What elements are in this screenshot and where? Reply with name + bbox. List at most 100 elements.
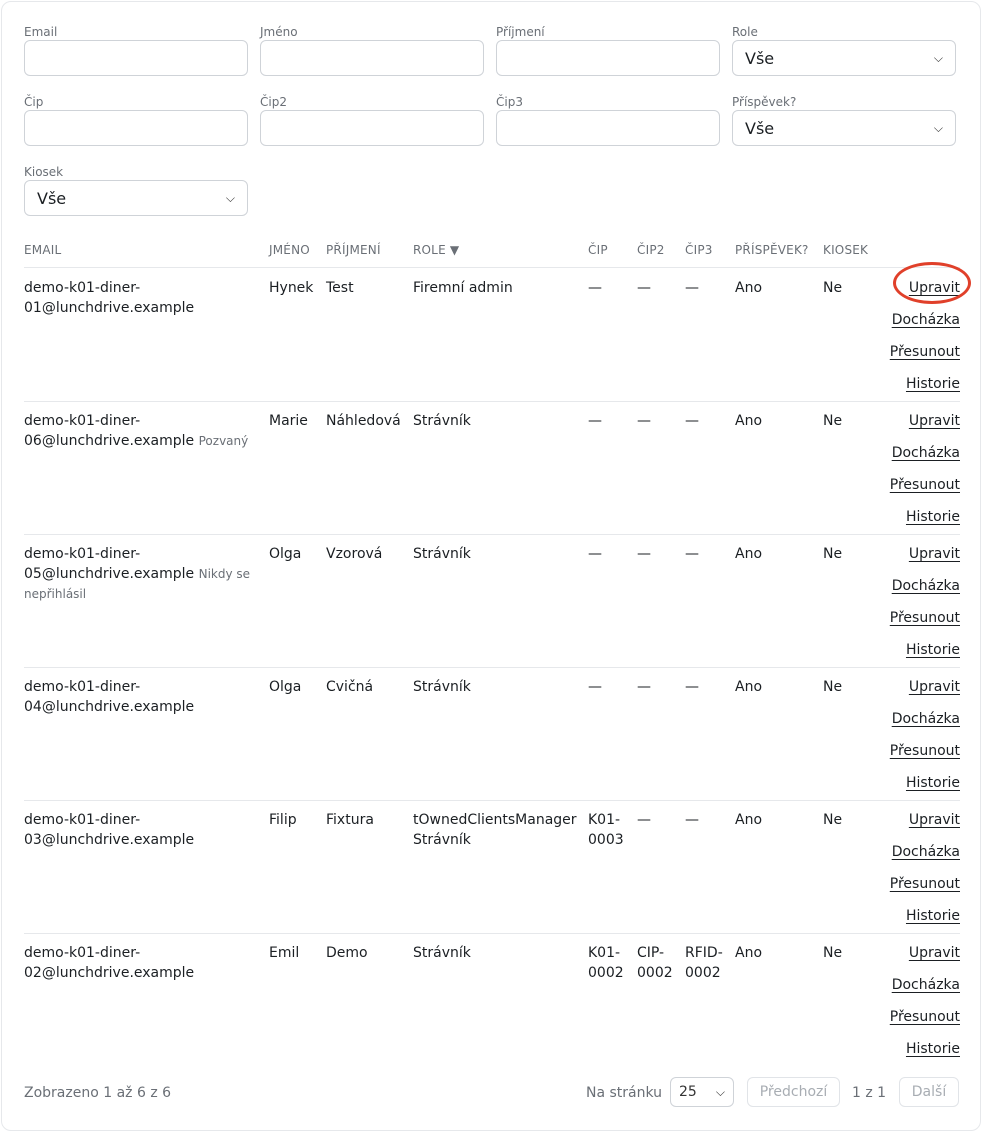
column-chip3[interactable]: ČIP3	[685, 243, 713, 257]
chip2-line-1: —	[637, 812, 651, 828]
move-link[interactable]: Přesunout	[890, 741, 960, 761]
email-line-1: demo-k01-diner-	[24, 945, 141, 961]
move-link[interactable]: Přesunout	[890, 475, 960, 495]
last-name-input[interactable]	[496, 40, 720, 76]
filter-kiosk-label: Kiosek	[24, 165, 64, 179]
first-name-input[interactable]	[260, 40, 484, 76]
cell-email: demo-k01-diner- 04@lunchdrive.example	[24, 677, 259, 717]
cell-contribution: Ano	[735, 544, 815, 564]
email-line-2: 06@lunchdrive.example	[24, 433, 195, 449]
user-status: Nikdy se	[198, 567, 251, 581]
table-row: demo-k01-diner- 03@lunchdrive.example Fili…	[24, 800, 960, 934]
kiosk-select-value: Vše	[37, 188, 67, 208]
attendance-link[interactable]: Docházka	[890, 310, 960, 330]
attendance-link[interactable]: Docházka	[890, 576, 960, 596]
cell-first-name: Olga	[269, 544, 321, 564]
email-input[interactable]	[24, 40, 248, 76]
column-role[interactable]: ROLE ▼	[413, 243, 459, 257]
table-row: demo-k01-diner- 05@lunchdrive.example Nik…	[24, 534, 960, 668]
cell-last-name: Demo	[326, 943, 411, 963]
chip2-line-1: CIP-	[637, 945, 665, 961]
history-link[interactable]: Historie	[890, 507, 960, 527]
pagination-footer: Zobrazeno 1 až 6 z 6 Na stránku 25 ⌵ Pře…	[24, 1077, 960, 1109]
last-name: Cvičná	[326, 679, 374, 695]
move-link[interactable]: Přesunout	[890, 342, 960, 362]
edit-link[interactable]: Upravit	[890, 411, 960, 431]
cell-last-name: Test	[326, 278, 411, 298]
role-select-value: Vše	[745, 48, 775, 68]
cell-chip2: —	[637, 677, 682, 697]
role-line-1: Strávník	[413, 945, 471, 961]
edit-link[interactable]: Upravit	[890, 677, 960, 697]
kiosk-value: Ne	[823, 812, 843, 828]
previous-page-button[interactable]: Předchozí	[747, 1077, 840, 1107]
role-line-1: Strávník	[413, 546, 471, 562]
page-indicator: 1 z 1	[852, 1085, 887, 1101]
history-link[interactable]: Historie	[890, 906, 960, 926]
contribution-select[interactable]: Vše ⌵	[732, 110, 956, 146]
kiosk-value: Ne	[823, 679, 843, 695]
attendance-link[interactable]: Docházka	[890, 443, 960, 463]
cell-email: demo-k01-diner- 05@lunchdrive.example Nik…	[24, 544, 259, 604]
chip2-line-1: —	[637, 280, 651, 296]
next-page-button[interactable]: Další	[899, 1077, 959, 1107]
cell-first-name: Marie	[269, 411, 321, 431]
cell-kiosk: Ne	[823, 544, 873, 564]
history-link[interactable]: Historie	[890, 640, 960, 660]
role-line-1: Strávník	[413, 413, 471, 429]
column-chip2[interactable]: ČIP2	[637, 243, 665, 257]
last-name: Náhledová	[326, 413, 401, 429]
cell-chip: —	[588, 677, 633, 697]
cell-chip: K01- 0002	[588, 943, 633, 983]
email-line-1: demo-k01-diner-	[24, 413, 141, 429]
cell-kiosk: Ne	[823, 411, 873, 431]
contribution-value: Ano	[735, 546, 763, 562]
column-last-name[interactable]: PŘÍJMENÍ	[326, 243, 381, 257]
row-actions: Upravit Docházka Přesunout Historie	[890, 677, 960, 805]
column-contribution[interactable]: PŘÍSPĚVEK?	[735, 243, 809, 257]
edit-link[interactable]: Upravit	[890, 943, 960, 963]
edit-link[interactable]: Upravit	[890, 278, 960, 298]
per-page-select[interactable]: 25 ⌵	[670, 1077, 734, 1107]
cell-chip: —	[588, 411, 633, 431]
last-name: Vzorová	[326, 546, 383, 562]
column-kiosk[interactable]: KIOSEK	[823, 243, 868, 257]
result-count: Zobrazeno 1 až 6 z 6	[24, 1085, 172, 1101]
chip3-line-1: —	[685, 812, 699, 828]
edit-link[interactable]: Upravit	[890, 810, 960, 830]
column-first-name[interactable]: JMÉNO	[269, 243, 310, 257]
first-name: Olga	[269, 679, 302, 695]
cell-chip3: —	[685, 544, 730, 564]
cell-last-name: Fixtura	[326, 810, 411, 830]
email-line-1: demo-k01-diner-	[24, 546, 141, 562]
role-select[interactable]: Vše ⌵	[732, 40, 956, 76]
cell-kiosk: Ne	[823, 943, 873, 963]
move-link[interactable]: Přesunout	[890, 1007, 960, 1027]
cell-email: demo-k01-diner- 01@lunchdrive.example	[24, 278, 259, 318]
chip2-line-1: —	[637, 679, 651, 695]
history-link[interactable]: Historie	[890, 374, 960, 394]
kiosk-select[interactable]: Vše ⌵	[24, 180, 248, 216]
edit-link[interactable]: Upravit	[890, 544, 960, 564]
chip2-line-2: 0002	[637, 965, 673, 981]
user-status-2: nepřihlásil	[24, 587, 87, 601]
history-link[interactable]: Historie	[890, 1039, 960, 1059]
chip3-line-1: —	[685, 679, 699, 695]
move-link[interactable]: Přesunout	[890, 608, 960, 628]
chip3-input[interactable]	[496, 110, 720, 146]
chip2-input[interactable]	[260, 110, 484, 146]
move-link[interactable]: Přesunout	[890, 874, 960, 894]
cell-first-name: Filip	[269, 810, 321, 830]
table-row: demo-k01-diner- 01@lunchdrive.example Hyne…	[24, 268, 960, 402]
attendance-link[interactable]: Docházka	[890, 709, 960, 729]
attendance-link[interactable]: Docházka	[890, 975, 960, 995]
table-row: demo-k01-diner- 06@lunchdrive.example Poz…	[24, 401, 960, 535]
chip-line-1: —	[588, 280, 602, 296]
column-email[interactable]: EMAIL	[24, 243, 61, 257]
history-link[interactable]: Historie	[890, 773, 960, 793]
attendance-link[interactable]: Docházka	[890, 842, 960, 862]
column-chip[interactable]: ČIP	[588, 243, 608, 257]
chip-line-1: K01-	[588, 945, 621, 961]
chip-input[interactable]	[24, 110, 248, 146]
cell-chip2: CIP- 0002	[637, 943, 682, 983]
